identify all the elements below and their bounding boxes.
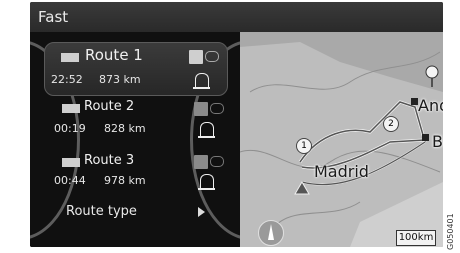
tunnel-icon xyxy=(193,73,210,89)
route-name: Route 3 xyxy=(84,153,135,168)
route-flag-icon xyxy=(61,53,79,62)
route-marker-1[interactable]: 1 xyxy=(296,138,312,154)
city-label-barcelona: Barc xyxy=(432,132,443,151)
map-graphics xyxy=(240,32,443,247)
route-flag-icon xyxy=(62,158,80,167)
route-time: 22:52 xyxy=(51,73,83,86)
route-name: Route 2 xyxy=(84,99,135,114)
page-title: Fast xyxy=(38,8,69,26)
compass-icon[interactable] xyxy=(258,220,284,246)
title-bar: Fast xyxy=(30,2,443,32)
route-time: 00:19 xyxy=(54,122,86,135)
route-flag-icon xyxy=(62,104,80,113)
route-type-menu-item[interactable]: Route type xyxy=(66,204,137,219)
toll-icon xyxy=(210,103,224,114)
city-label-andorra: Andor xyxy=(418,96,443,115)
figure-code: G050401 xyxy=(446,213,455,250)
route-distance: 873 km xyxy=(99,73,141,86)
route-distance: 978 km xyxy=(104,174,146,187)
route-option-2[interactable]: Route 2 00:19 828 km xyxy=(48,98,226,150)
motorway-icon xyxy=(194,155,208,169)
route-option-1[interactable]: Route 1 22:52 873 km xyxy=(44,42,228,96)
map-scale: 100km xyxy=(396,230,436,246)
motorway-icon xyxy=(189,50,203,64)
tunnel-icon xyxy=(198,122,215,138)
route-marker-2[interactable]: 2 xyxy=(383,116,399,132)
toll-icon xyxy=(210,156,224,167)
city-label-madrid: Madrid xyxy=(314,162,369,181)
map-view[interactable]: Andor Barc Madrid 1 2 100km xyxy=(240,32,443,247)
route-option-3[interactable]: Route 3 00:44 978 km xyxy=(48,150,226,202)
navigation-screen: Fast Route 1 22:52 873 km Route 2 00:19 … xyxy=(30,2,443,247)
route-list-panel: Route 1 22:52 873 km Route 2 00:19 828 k… xyxy=(30,32,310,247)
route-distance: 828 km xyxy=(104,122,146,135)
route-time: 00:44 xyxy=(54,174,86,187)
chevron-right-icon[interactable] xyxy=(198,207,205,217)
tunnel-icon xyxy=(198,174,215,190)
route-name: Route 1 xyxy=(85,46,143,64)
toll-icon xyxy=(205,51,219,62)
motorway-icon xyxy=(194,102,208,116)
